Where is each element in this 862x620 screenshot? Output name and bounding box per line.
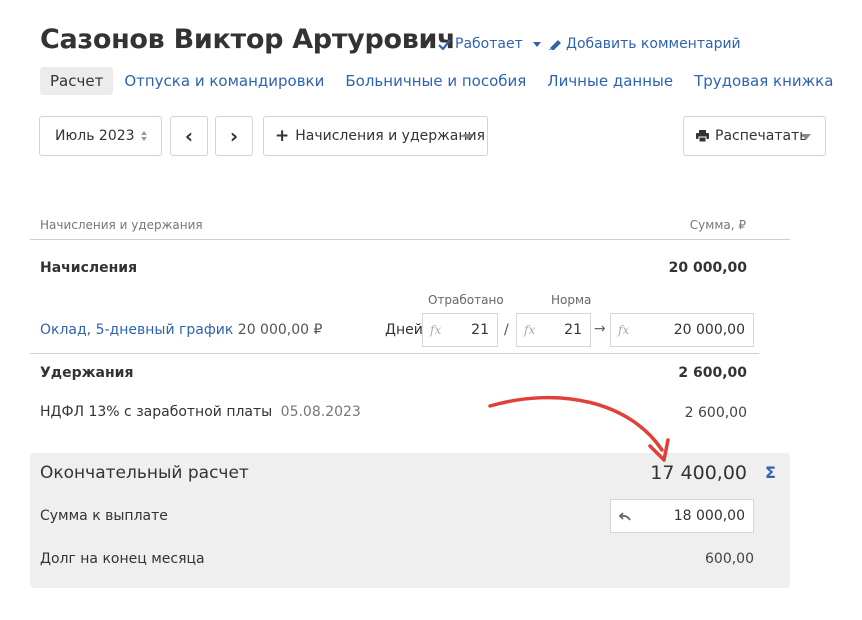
chevron-down-icon (463, 134, 473, 140)
section-divider (30, 353, 759, 354)
worked-days-field[interactable]: fx 21 (422, 313, 498, 347)
worked-days-value: 21 (471, 322, 489, 338)
column-header-sum: Сумма, ₽ (689, 218, 746, 232)
worked-label: Отработано (428, 293, 504, 307)
deductions-sum: 2 600,00 (678, 365, 747, 381)
final-label: Окончательный расчет (40, 463, 249, 483)
plus-icon: + (275, 126, 290, 146)
printer-icon (696, 130, 709, 142)
sigma-icon[interactable]: Σ (765, 463, 776, 482)
add-comment-link[interactable]: Добавить комментарий (549, 36, 741, 52)
add-accrual-button[interactable]: + Начисления и удержания (263, 116, 488, 156)
tax-row: НДФЛ 13% с заработной платы 05.08.2023 (40, 404, 361, 420)
formula-icon: fx (618, 323, 630, 337)
divider-slash: / (504, 322, 509, 338)
salary-result-field[interactable]: fx 20 000,00 (610, 313, 754, 347)
tab-personal-data[interactable]: Личные данные (537, 67, 683, 95)
salary-result-value: 20 000,00 (673, 322, 745, 338)
salary-link[interactable]: Оклад, 5-дневный график (40, 322, 233, 338)
pay-amount-field[interactable]: 18 000,00 (610, 499, 754, 533)
tab-bar: Расчет Отпуска и командировки Больничные… (40, 67, 844, 95)
debt-label: Долг на конец месяца (40, 551, 205, 567)
days-unit: Дней (385, 322, 423, 338)
tax-name: НДФЛ 13% с заработной платы (40, 404, 273, 420)
updown-icon (141, 131, 147, 141)
chevron-right-icon: › (229, 124, 239, 148)
salary-row: Оклад, 5-дневный график 20 000,00 ₽ (40, 322, 322, 338)
pay-amount-value: 18 000,00 (673, 508, 745, 524)
annotation-arrow (488, 395, 670, 462)
debt-value: 600,00 (705, 551, 754, 567)
pencil-icon (549, 40, 561, 50)
chevron-down-icon (532, 41, 541, 47)
tab-sick-leave[interactable]: Больничные и пособия (335, 67, 536, 95)
print-label: Распечатать (715, 128, 808, 144)
tab-work-book[interactable]: Трудовая книжка (684, 67, 843, 95)
deductions-label: Удержания (40, 365, 134, 381)
accruals-sum: 20 000,00 (668, 260, 747, 276)
employee-name: Сазонов Виктор Артурович (40, 24, 456, 55)
tax-sum: 2 600,00 (684, 405, 747, 421)
arrow-right-icon: → (594, 321, 606, 337)
tab-calculation[interactable]: Расчет (40, 67, 114, 95)
next-period-button[interactable]: › (215, 116, 253, 156)
status-dropdown[interactable]: Работает (438, 36, 541, 52)
undo-icon[interactable] (619, 511, 632, 522)
chevron-left-icon: ‹ (184, 124, 194, 148)
norm-label: Норма (551, 293, 592, 307)
accruals-label: Начисления (40, 260, 138, 276)
norm-days-field[interactable]: fx 21 (516, 313, 591, 347)
tab-vacations[interactable]: Отпуска и командировки (114, 67, 334, 95)
norm-days-value: 21 (564, 322, 582, 338)
chevron-down-icon (801, 134, 811, 140)
header-divider (30, 239, 790, 240)
formula-icon: fx (430, 323, 442, 337)
salary-amount: 20 000,00 ₽ (237, 322, 323, 338)
print-button[interactable]: Распечатать (683, 116, 826, 156)
period-label: Июль 2023 (55, 128, 135, 144)
add-comment-label: Добавить комментарий (566, 36, 741, 52)
check-icon (438, 38, 451, 50)
formula-icon: fx (524, 323, 536, 337)
pay-label: Сумма к выплате (40, 508, 168, 524)
period-selector[interactable]: Июль 2023 (39, 116, 162, 156)
status-label: Работает (455, 36, 523, 52)
column-header-name: Начисления и удержания (40, 218, 203, 232)
add-accrual-label: Начисления и удержания (295, 128, 485, 144)
prev-period-button[interactable]: ‹ (170, 116, 208, 156)
tax-date: 05.08.2023 (280, 404, 361, 420)
